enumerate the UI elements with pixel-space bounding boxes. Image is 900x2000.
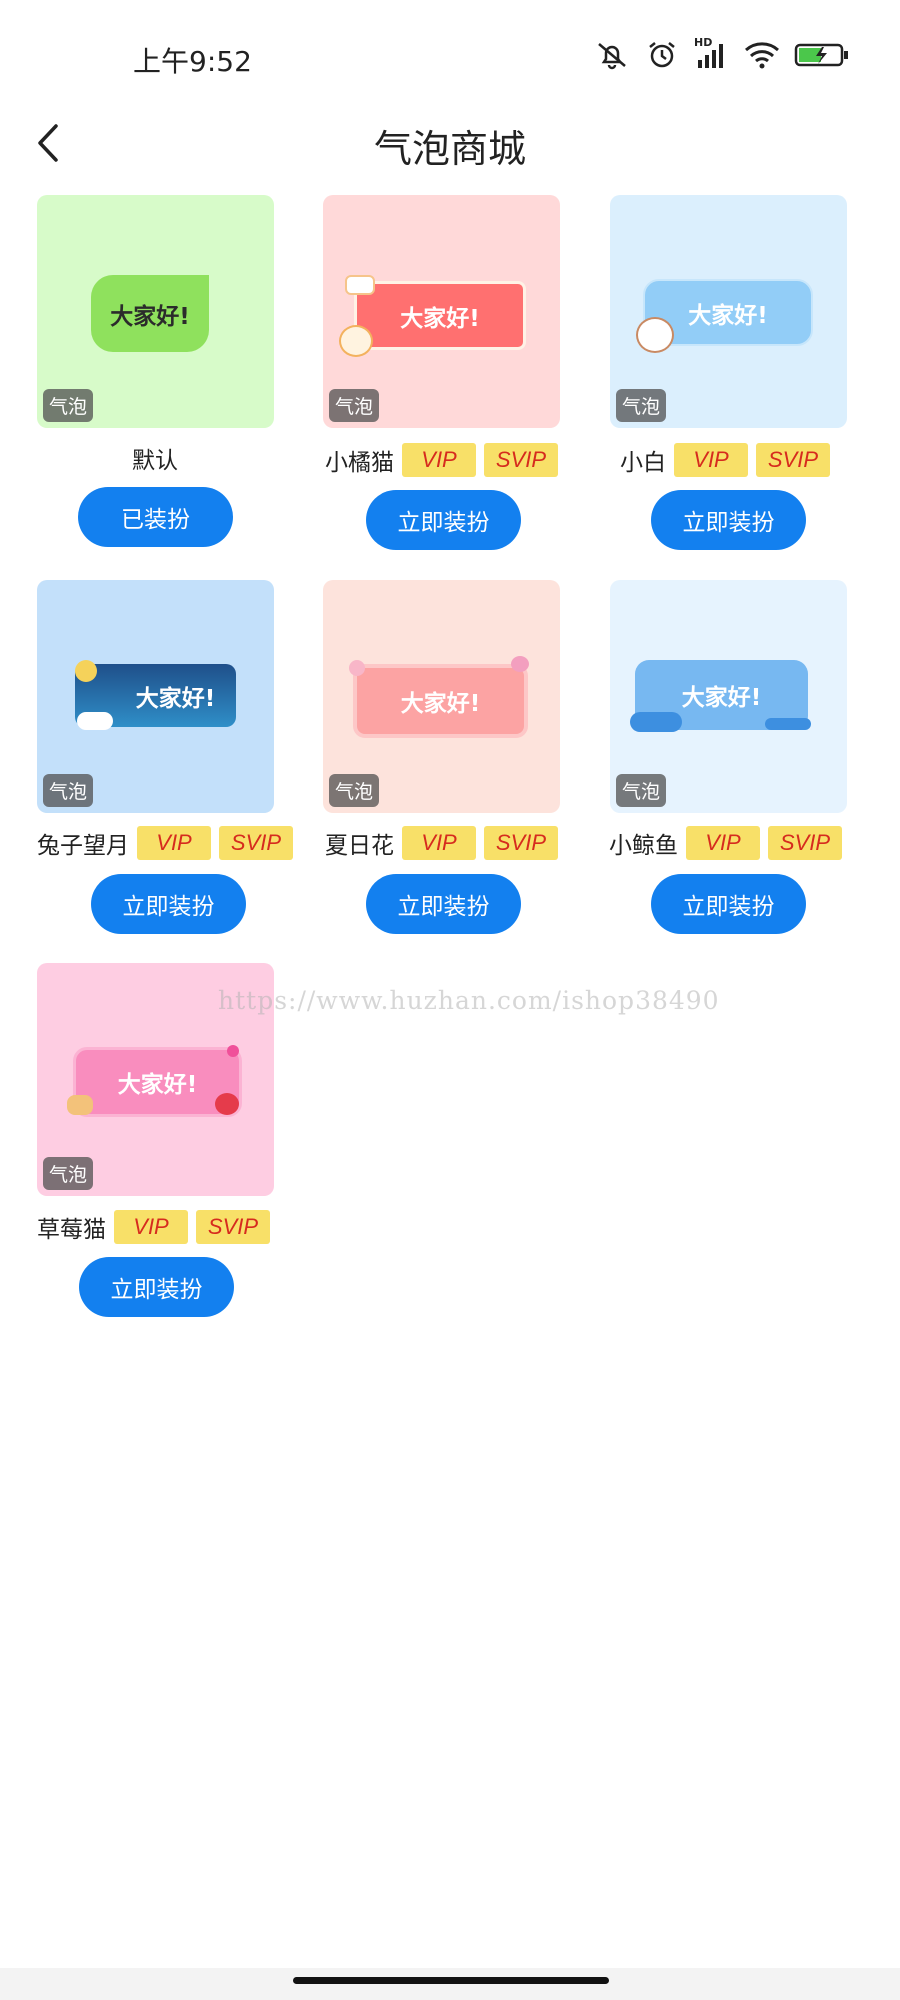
butterfly-sticker-icon [511,656,529,672]
bubble-tag: 气泡 [43,1157,94,1190]
moon-sticker-icon [75,660,97,682]
flower-sticker-icon [349,660,365,676]
bubble-preview: 大家好! [354,281,526,350]
heart-sticker-icon [227,1045,239,1057]
item-name-row: 小白 VIP SVIP [620,442,838,478]
bubble-tag: 气泡 [43,774,94,807]
rabbit-sticker-icon [77,712,113,730]
item-name: 夏日花 [325,833,394,859]
vip-badge: VIP [686,826,760,860]
bubble-tag: 气泡 [329,774,380,807]
page-header: 气泡商城 [0,108,900,174]
alarm-icon [644,40,680,70]
bubble-tag: 气泡 [616,389,667,422]
mute-notification-icon [594,40,630,70]
page-title: 气泡商城 [373,127,526,171]
svip-badge: SVIP [219,826,293,860]
bubble-card-xiaobai[interactable]: 大家好! 气泡 [610,195,847,428]
battery-charging-icon [794,40,850,70]
hd-label: HD [694,36,713,49]
item-name: 小白 [620,450,666,476]
cat-sticker-icon [67,1095,93,1115]
bow-sticker-icon [345,275,375,295]
equip-now-button[interactable]: 立即装扮 [79,1257,234,1317]
bubble-card-rabbit-moon[interactable]: 大家好! 气泡 [37,580,274,813]
item-name-row: 兔子望月 VIP SVIP [37,825,301,861]
item-name-row: 夏日花 VIP SVIP [325,825,566,861]
equip-now-button[interactable]: 立即装扮 [651,874,806,934]
home-indicator-bar [0,1968,900,2000]
item-name: 兔子望月 [37,833,129,859]
bubble-tag: 气泡 [329,389,380,422]
svip-badge: SVIP [196,1210,270,1244]
item-name: 草莓猫 [37,1217,106,1243]
item-name-row: 默认 [132,440,186,476]
equip-now-button[interactable]: 立即装扮 [366,874,521,934]
vip-badge: VIP [402,826,476,860]
bubble-card-orange-cat[interactable]: 大家好! 气泡 [323,195,560,428]
bubble-preview: 大家好! [91,275,209,352]
status-time: 上午9:52 [133,45,252,78]
item-name-row: 小鲸鱼 VIP SVIP [609,825,850,861]
item-name-row: 草莓猫 VIP SVIP [37,1209,278,1245]
wave-sticker-icon [765,718,811,730]
wifi-icon [744,40,780,70]
svip-badge: SVIP [756,443,830,477]
equip-now-button[interactable]: 立即装扮 [651,490,806,550]
whale-sticker-icon [630,712,682,732]
status-bar: 上午9:52 HD [0,0,900,120]
equipped-button[interactable]: 已装扮 [78,487,233,547]
watermark: https://www.huzhan.com/ishop38490 [218,986,720,1015]
bubble-preview: 大家好! [353,664,528,738]
item-name: 小鲸鱼 [609,833,678,859]
home-indicator[interactable] [293,1977,609,1984]
cat-sticker-icon [339,325,373,357]
signal-icon: HD [694,36,730,70]
vip-badge: VIP [114,1210,188,1244]
puppy-sticker-icon [636,317,674,353]
vip-badge: VIP [402,443,476,477]
item-name: 小橘猫 [325,450,394,476]
svip-badge: SVIP [484,443,558,477]
bubble-card-default[interactable]: 大家好! 气泡 [37,195,274,428]
vip-badge: VIP [674,443,748,477]
svip-badge: SVIP [484,826,558,860]
bubble-card-little-whale[interactable]: 大家好! 气泡 [610,580,847,813]
bubble-tag: 气泡 [616,774,667,807]
item-name-row: 小橘猫 VIP SVIP [325,442,566,478]
strawberry-sticker-icon [215,1093,239,1115]
equip-now-button[interactable]: 立即装扮 [366,490,521,550]
equip-now-button[interactable]: 立即装扮 [91,874,246,934]
status-icons: HD [594,36,850,70]
item-name: 默认 [132,448,178,474]
svip-badge: SVIP [768,826,842,860]
bubble-tag: 气泡 [43,389,94,422]
vip-badge: VIP [137,826,211,860]
bubble-card-summer-flower[interactable]: 大家好! 气泡 [323,580,560,813]
